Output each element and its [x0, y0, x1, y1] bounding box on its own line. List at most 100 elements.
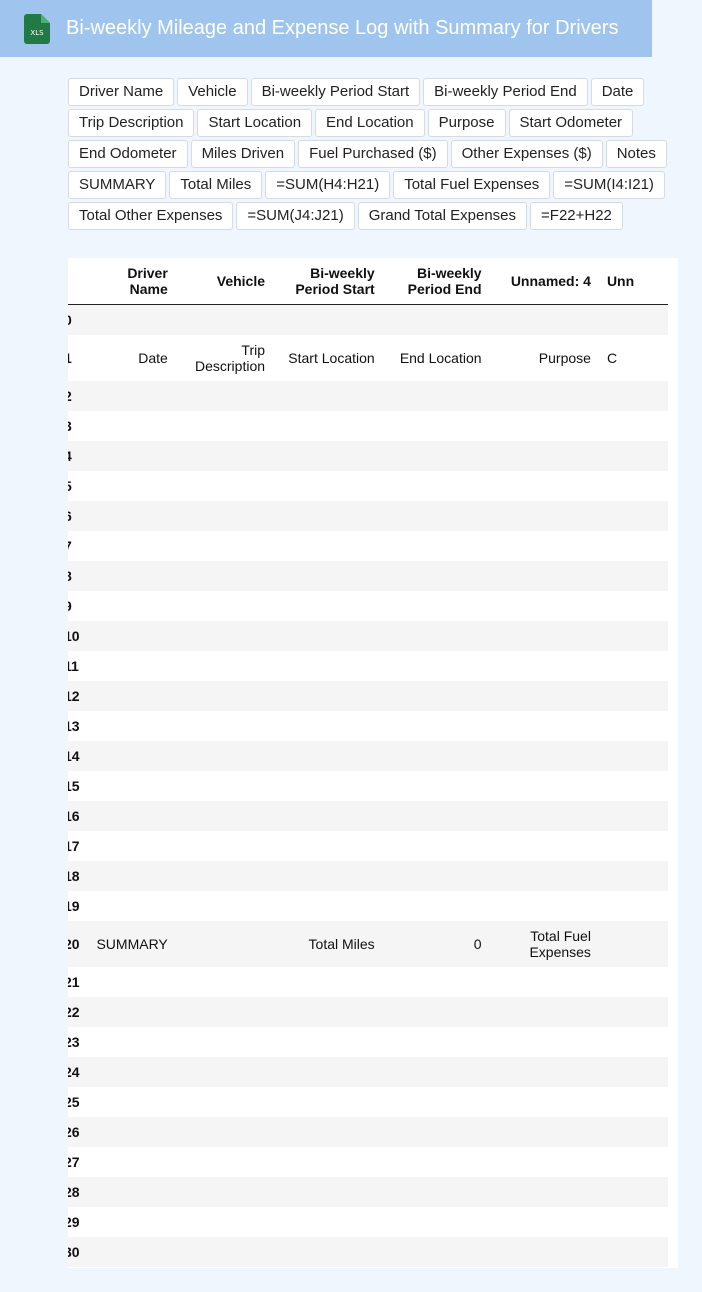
table-cell[interactable] [382, 711, 490, 741]
column-chip[interactable]: Miles Driven [190, 140, 296, 168]
table-cell[interactable] [382, 891, 490, 921]
table-cell[interactable] [489, 771, 599, 801]
table-cell[interactable] [175, 921, 274, 967]
table-cell[interactable] [273, 801, 383, 831]
table-cell[interactable] [273, 411, 383, 441]
table-cell[interactable]: Start Location [273, 335, 383, 381]
table-cell[interactable] [382, 831, 490, 861]
table-cell[interactable] [79, 741, 176, 771]
table-cell[interactable]: Trip Description [175, 335, 274, 381]
table-cell[interactable] [175, 831, 274, 861]
table-cell[interactable] [598, 997, 668, 1027]
column-chip[interactable]: Other Expenses ($) [450, 140, 603, 168]
table-cell[interactable] [489, 411, 599, 441]
column-chip[interactable]: SUMMARY [68, 171, 167, 199]
table-cell[interactable] [273, 1057, 383, 1087]
table-cell[interactable] [79, 591, 176, 621]
table-cell[interactable]: Total Fuel Expenses [489, 921, 599, 967]
table-cell[interactable] [598, 1237, 668, 1267]
column-chip[interactable]: Total Fuel Expenses [393, 171, 551, 199]
table-cell[interactable]: Purpose [489, 335, 599, 381]
column-chip[interactable]: Fuel Purchased ($) [298, 140, 448, 168]
table-cell[interactable] [273, 471, 383, 501]
table-cell[interactable] [489, 501, 599, 531]
column-chip[interactable]: End Location [315, 109, 425, 137]
table-cell[interactable] [598, 1057, 668, 1087]
table-cell[interactable] [489, 1177, 599, 1207]
table-cell[interactable] [79, 997, 176, 1027]
column-chip[interactable]: Grand Total Expenses [357, 202, 528, 230]
table-cell[interactable] [382, 967, 490, 997]
table-cell[interactable] [382, 411, 490, 441]
table-cell[interactable] [79, 381, 176, 411]
table-cell[interactable] [598, 771, 668, 801]
table-cell[interactable] [489, 561, 599, 591]
table-cell[interactable] [79, 651, 176, 681]
table-cell[interactable] [273, 681, 383, 711]
table-cell[interactable] [598, 531, 668, 561]
table-cell[interactable] [489, 304, 599, 335]
table-cell[interactable] [79, 1087, 176, 1117]
table-cell[interactable] [382, 741, 490, 771]
table-cell[interactable] [79, 1147, 176, 1177]
table-cell[interactable] [175, 771, 274, 801]
column-chip[interactable]: Notes [605, 140, 667, 168]
table-cell[interactable] [382, 1057, 490, 1087]
table-cell[interactable] [175, 1237, 274, 1267]
table-cell[interactable] [382, 1207, 490, 1237]
table-cell[interactable] [489, 531, 599, 561]
table-cell[interactable] [598, 411, 668, 441]
table-cell[interactable] [273, 1237, 383, 1267]
table-cell[interactable] [175, 1177, 274, 1207]
table-cell[interactable] [175, 501, 274, 531]
table-cell[interactable] [79, 1177, 176, 1207]
column-header[interactable]: Vehicle [175, 258, 274, 305]
table-cell[interactable] [273, 304, 383, 335]
table-cell[interactable] [382, 381, 490, 411]
table-cell[interactable] [273, 591, 383, 621]
table-cell[interactable] [382, 304, 490, 335]
table-cell[interactable] [598, 561, 668, 591]
table-cell[interactable] [489, 1207, 599, 1237]
table-cell[interactable] [382, 501, 490, 531]
table-cell[interactable] [273, 381, 383, 411]
column-header[interactable]: Driver Name [79, 258, 176, 305]
table-cell[interactable] [175, 561, 274, 591]
table-cell[interactable] [598, 471, 668, 501]
table-cell[interactable] [273, 891, 383, 921]
table-cell[interactable] [598, 891, 668, 921]
table-cell[interactable] [273, 1207, 383, 1237]
column-chip[interactable]: =SUM(H4:H21) [265, 171, 391, 199]
table-cell[interactable] [489, 1117, 599, 1147]
table-cell[interactable] [79, 304, 176, 335]
table-cell[interactable] [598, 681, 668, 711]
table-cell[interactable] [382, 1117, 490, 1147]
column-chip[interactable]: =SUM(I4:I21) [553, 171, 665, 199]
table-cell[interactable] [175, 651, 274, 681]
table-cell[interactable] [175, 1057, 274, 1087]
table-cell[interactable] [598, 1147, 668, 1177]
table-cell[interactable] [382, 561, 490, 591]
table-cell[interactable] [489, 967, 599, 997]
table-cell[interactable] [382, 1087, 490, 1117]
table-cell[interactable] [489, 1027, 599, 1057]
table-cell[interactable] [175, 1147, 274, 1177]
table-cell[interactable]: Total Miles [273, 921, 383, 967]
table-cell[interactable] [79, 681, 176, 711]
table-cell[interactable] [175, 741, 274, 771]
table-cell[interactable]: SUMMARY [79, 921, 176, 967]
table-cell[interactable] [79, 771, 176, 801]
column-chip[interactable]: End Odometer [68, 140, 188, 168]
table-cell[interactable] [489, 1237, 599, 1267]
table-cell[interactable] [273, 621, 383, 651]
table-cell[interactable] [273, 831, 383, 861]
table-cell[interactable] [489, 471, 599, 501]
table-cell[interactable] [489, 591, 599, 621]
table-cell[interactable] [598, 651, 668, 681]
table-cell[interactable] [79, 967, 176, 997]
table-cell[interactable] [175, 621, 274, 651]
data-table-viewport[interactable]: Driver Name Vehicle Bi-weekly Period Start… [68, 258, 678, 1268]
table-cell[interactable] [489, 997, 599, 1027]
table-cell[interactable] [598, 501, 668, 531]
table-cell[interactable] [489, 651, 599, 681]
